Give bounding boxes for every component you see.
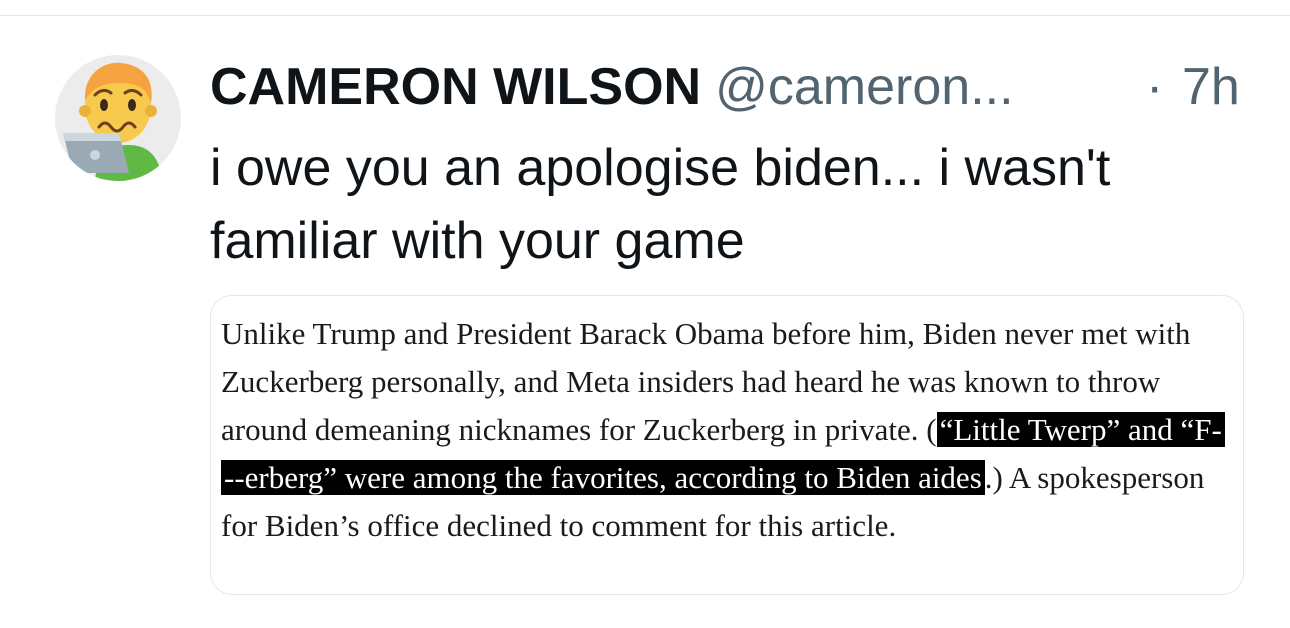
timestamp[interactable]: 7h — [1182, 54, 1240, 120]
media-attachment[interactable]: Unlike Trump and President Barack Obama … — [210, 295, 1244, 595]
tweet-text: i owe you an apologise biden... i wasn't… — [210, 139, 1111, 270]
article-excerpt: Unlike Trump and President Barack Obama … — [221, 310, 1231, 550]
user-handle[interactable]: @cameron... — [715, 58, 1013, 116]
worried-face-laptop-icon — [63, 62, 163, 181]
avatar[interactable] — [55, 55, 181, 181]
page: CAMERON WILSON @cameron... · 7h i owe you… — [0, 0, 1290, 628]
separator-dot: · — [1146, 58, 1164, 116]
display-name[interactable]: CAMERON WILSON — [210, 58, 701, 116]
tweet[interactable]: CAMERON WILSON @cameron... · 7h i owe you… — [0, 0, 1290, 612]
tweet-header: CAMERON WILSON @cameron... · 7h — [210, 54, 1250, 120]
